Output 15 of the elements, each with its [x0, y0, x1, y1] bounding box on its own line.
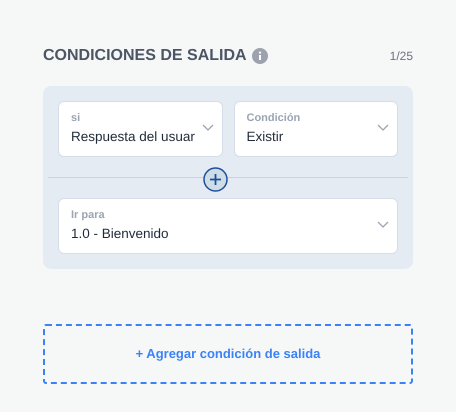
field-label: Ir para [71, 208, 106, 222]
field-value: Existir [246, 128, 284, 146]
chevron-down-icon [202, 124, 214, 131]
field-value: Respuesta del usuar [71, 128, 195, 146]
condition-counter: 1/25 [390, 48, 413, 65]
dropdown-field[interactable]: Condición Existir [234, 101, 398, 157]
chevron-down-icon [377, 124, 389, 131]
field-value: 1.0 - Bienvenido [71, 225, 169, 243]
dropdown-field[interactable]: Ir para 1.0 - Bienvenido [58, 198, 398, 254]
chevron-down-icon [377, 221, 389, 228]
dropdown-field[interactable]: si Respuesta del usuar [58, 101, 222, 157]
add-icon[interactable] [203, 167, 228, 192]
field-label: si [71, 111, 82, 125]
field-label: Condición [246, 111, 302, 125]
section-title: CONDICIONES DE SALIDA [43, 46, 247, 66]
